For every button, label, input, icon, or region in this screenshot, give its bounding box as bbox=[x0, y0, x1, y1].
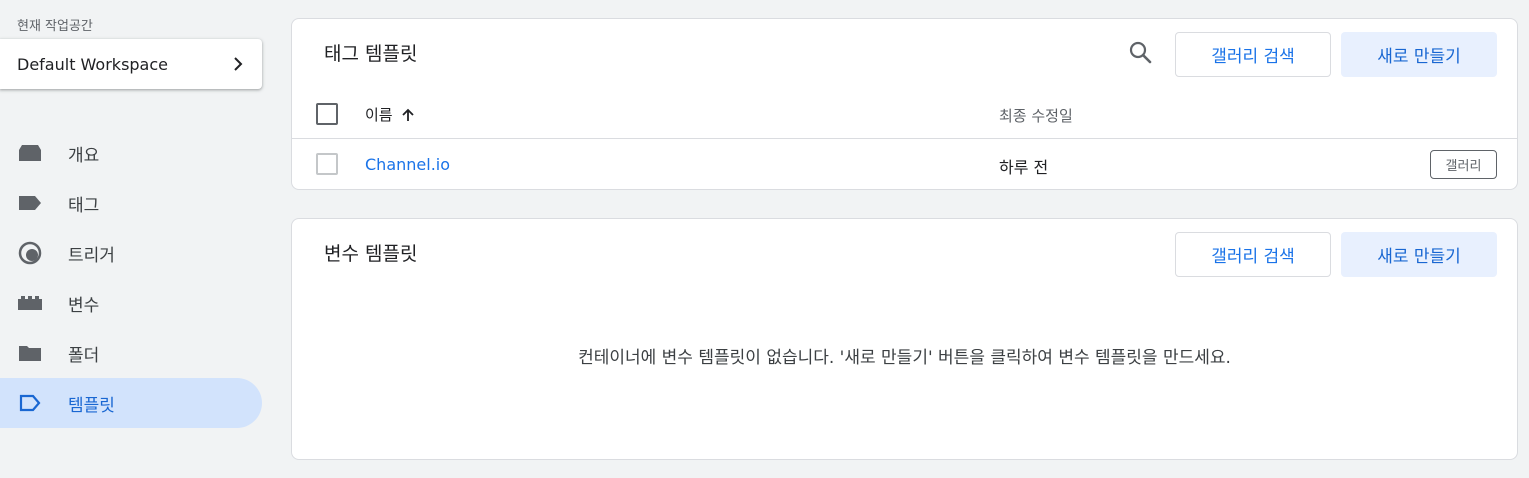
sidebar-item-label: 태그 bbox=[68, 195, 100, 216]
new-tag-template-button[interactable]: 새로 만들기 bbox=[1341, 32, 1497, 77]
sidebar-item-tags[interactable]: 태그 bbox=[0, 178, 262, 228]
folder-icon bbox=[17, 343, 43, 363]
chevron-right-icon bbox=[231, 57, 245, 71]
sidebar-item-triggers[interactable]: 트리거 bbox=[0, 228, 262, 278]
sidebar-nav: 개요 태그 트리거 변수 폴더 템플릿 bbox=[0, 128, 262, 428]
table-row: Channel.io 하루 전 갤러리 bbox=[292, 140, 1517, 190]
row-checkbox[interactable] bbox=[316, 153, 338, 175]
sidebar-item-label: 트리거 bbox=[68, 245, 115, 266]
variable-templates-card: 변수 템플릿 갤러리 검색 새로 만들기 컨테이너에 변수 템플릿이 없습니다.… bbox=[291, 218, 1518, 460]
sidebar-item-label: 폴더 bbox=[68, 345, 100, 366]
template-name-link[interactable]: Channel.io bbox=[365, 155, 450, 174]
sidebar-item-overview[interactable]: 개요 bbox=[0, 128, 262, 178]
column-header-modified[interactable]: 최종 수정일 bbox=[999, 105, 1073, 126]
search-button[interactable] bbox=[1126, 40, 1154, 68]
workspace-label: 현재 작업공간 bbox=[17, 19, 93, 34]
gallery-search-button[interactable]: 갤러리 검색 bbox=[1175, 32, 1331, 77]
sidebar-item-variables[interactable]: 변수 bbox=[0, 278, 262, 328]
sidebar-item-folders[interactable]: 폴더 bbox=[0, 328, 262, 378]
tag-icon bbox=[17, 193, 43, 213]
select-all-checkbox[interactable] bbox=[316, 103, 338, 125]
template-icon bbox=[17, 393, 43, 413]
gallery-search-button[interactable]: 갤러리 검색 bbox=[1175, 232, 1331, 277]
search-icon bbox=[1128, 40, 1152, 68]
column-header-name-label: 이름 bbox=[365, 106, 393, 124]
workspace-name: Default Workspace bbox=[17, 54, 168, 74]
sidebar-item-label: 개요 bbox=[68, 145, 100, 166]
table-header: 이름 최종 수정일 bbox=[292, 91, 1517, 139]
variable-icon bbox=[17, 293, 43, 313]
workspace-selector[interactable]: Default Workspace bbox=[0, 39, 262, 89]
variable-templates-title: 변수 템플릿 bbox=[324, 243, 418, 265]
column-header-name[interactable]: 이름 bbox=[365, 104, 415, 125]
sidebar-item-templates[interactable]: 템플릿 bbox=[0, 378, 262, 428]
tag-templates-card: 태그 템플릿 갤러리 검색 새로 만들기 이름 최종 수정일 Channel.i… bbox=[291, 18, 1518, 190]
arrow-up-icon bbox=[401, 108, 415, 122]
new-variable-template-button[interactable]: 새로 만들기 bbox=[1341, 232, 1497, 277]
empty-state-message: 컨테이너에 변수 템플릿이 없습니다. '새로 만들기' 버튼을 클릭하여 변수… bbox=[578, 348, 1231, 368]
tag-templates-title: 태그 템플릿 bbox=[324, 43, 418, 65]
template-modified: 하루 전 bbox=[999, 158, 1049, 177]
overview-icon bbox=[17, 143, 43, 163]
sidebar: 현재 작업공간 Default Workspace 개요 태그 트리거 변수 폴… bbox=[0, 0, 272, 478]
sidebar-item-label: 변수 bbox=[68, 295, 100, 316]
gallery-badge: 갤러리 bbox=[1430, 150, 1497, 179]
sidebar-item-label: 템플릿 bbox=[68, 395, 115, 416]
trigger-icon bbox=[17, 241, 43, 265]
